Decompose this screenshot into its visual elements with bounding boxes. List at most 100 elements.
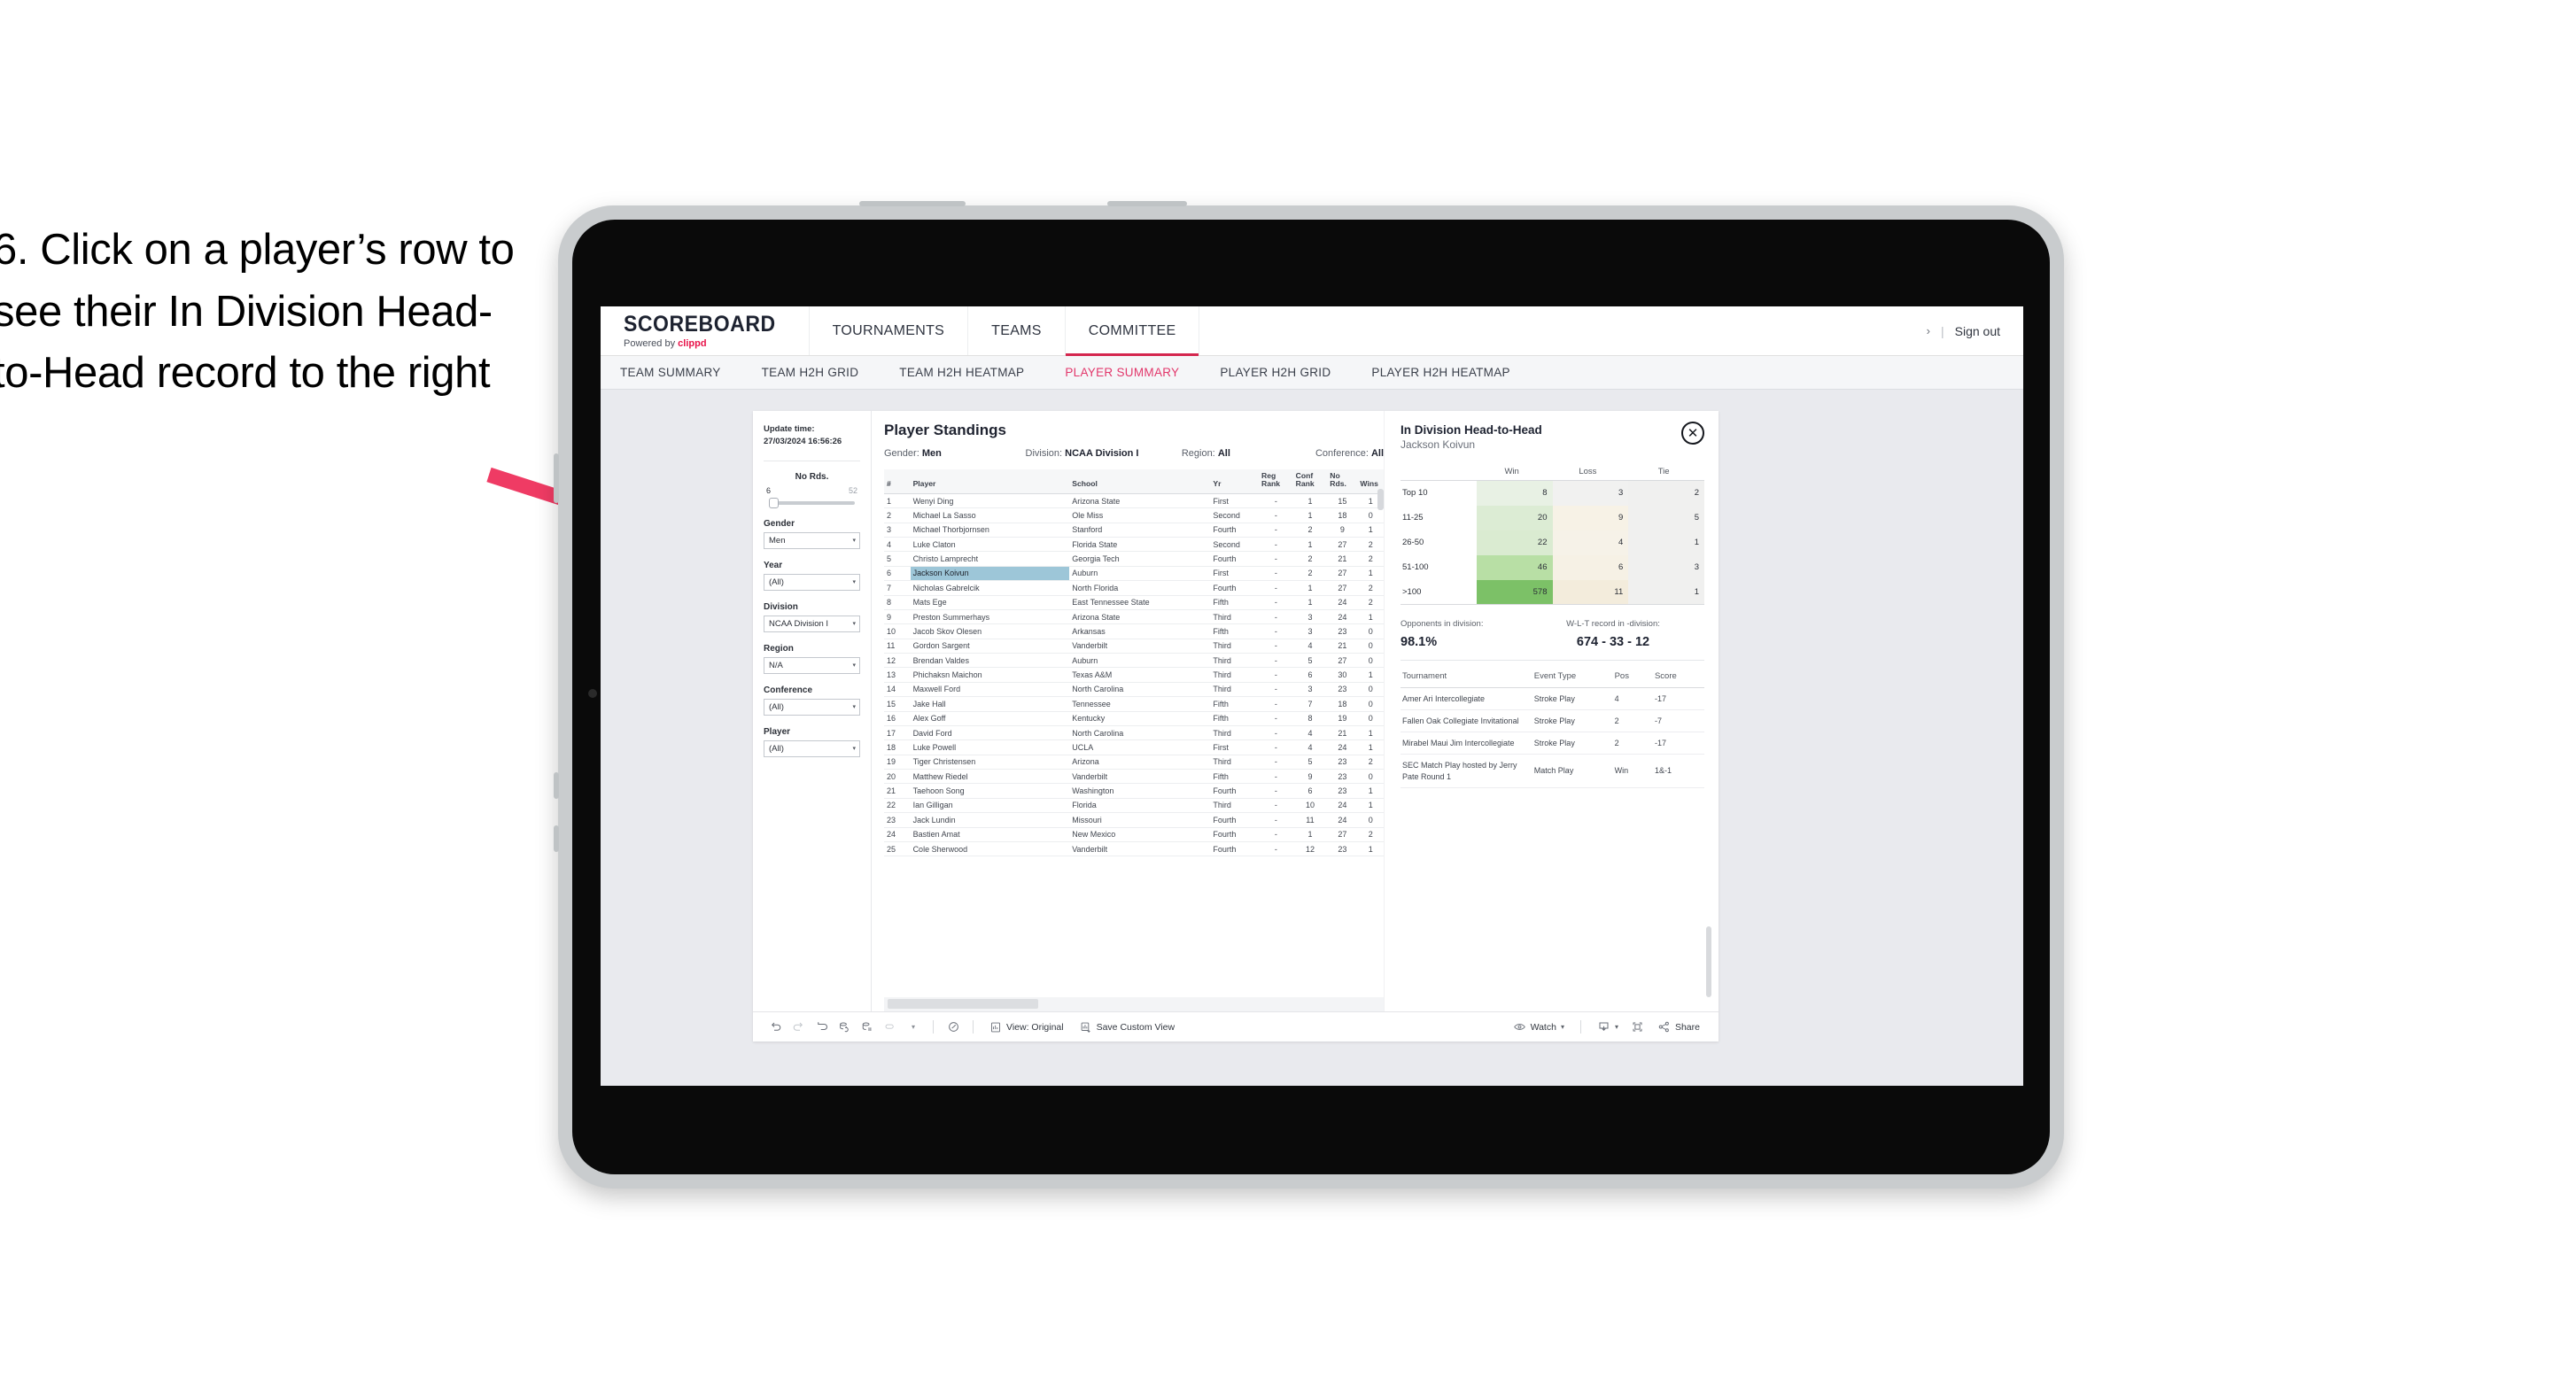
share-button[interactable]: Share xyxy=(1649,1020,1708,1034)
tab-team-summary[interactable]: TEAM SUMMARY xyxy=(620,366,742,379)
cell-event-type: Match Play xyxy=(1532,754,1613,788)
filter-conference-select[interactable]: (All) ▾ xyxy=(764,698,860,716)
player-standings-panel: Player Standings Gender: Men Division: N… xyxy=(872,411,1384,1011)
table-vertical-scrollbar[interactable] xyxy=(1377,489,1384,510)
table-row[interactable]: 4 Luke Claton Florida State Second -1 27 2 xyxy=(884,537,1384,553)
save-custom-view-button[interactable]: Save Custom View xyxy=(1072,1021,1183,1034)
filter-division-select[interactable]: NCAA Division I ▾ xyxy=(764,615,860,632)
close-icon[interactable]: ✕ xyxy=(1681,422,1704,445)
nav-tournaments[interactable]: TOURNAMENTS xyxy=(810,306,969,355)
view-original-button[interactable]: View: Original xyxy=(982,1021,1072,1034)
table-row[interactable]: 17 David Ford North Carolina Third -4 21 1 xyxy=(884,725,1384,741)
table-row[interactable]: 9 Preston Summerhays Arizona State Third -3 2… xyxy=(884,609,1384,625)
tab-player-h2h-grid[interactable]: PLAYER H2H GRID xyxy=(1220,366,1352,379)
table-row[interactable]: 20 Matthew Riedel Vanderbilt Fifth -9 23 0 xyxy=(884,769,1384,785)
filter-gender-select[interactable]: Men ▾ xyxy=(764,531,860,549)
tab-player-summary[interactable]: PLAYER SUMMARY xyxy=(1065,366,1200,379)
table-row[interactable]: 18 Luke Powell UCLA First -4 24 1 xyxy=(884,739,1384,755)
pause-icon[interactable] xyxy=(879,1017,902,1038)
filter-player-select[interactable]: (All) ▾ xyxy=(764,739,860,757)
brand-logo[interactable]: SCOREBOARD Powered by clippd xyxy=(601,306,810,355)
filter-year-value: (All) xyxy=(769,577,784,587)
cell-wins: 2 xyxy=(1357,755,1384,770)
slider-handle[interactable] xyxy=(769,497,779,508)
tab-team-h2h-grid[interactable]: TEAM H2H GRID xyxy=(762,366,881,379)
col-school[interactable]: School xyxy=(1069,469,1211,494)
table-row[interactable]: 8 Mats Ege East Tennessee State Fifth -1 24 2 xyxy=(884,595,1384,610)
cell-player: Christo Lamprecht xyxy=(910,551,1070,567)
download-button[interactable]: ▾ xyxy=(1589,1020,1626,1034)
tournament-scrollbar[interactable] xyxy=(1706,926,1711,997)
cell-yr: Fourth xyxy=(1210,783,1259,799)
nav-teams[interactable]: TEAMS xyxy=(968,306,1066,355)
col-conf-rank[interactable]: Conf Rank xyxy=(1292,469,1328,494)
heatmap-body: Top 10 8 3 2 11-25 20 9 5 26-50 22 4 1 51-100 46 6 3 >10… xyxy=(1401,480,1704,605)
tournament-results-table: Tournament Event Type Pos Score Amer Ari… xyxy=(1401,668,1704,788)
sign-out-link[interactable]: Sign out xyxy=(1955,324,2000,338)
undo-icon[interactable] xyxy=(764,1017,787,1038)
filter-region-select[interactable]: N/A ▾ xyxy=(764,656,860,674)
cell-reg-rank: - xyxy=(1258,667,1293,683)
refresh-data-icon[interactable] xyxy=(833,1017,856,1038)
table-row[interactable]: 12 Brendan Valdes Auburn Third -5 27 0 xyxy=(884,653,1384,669)
table-row[interactable]: 11 Gordon Sargent Vanderbilt Third -4 21 0 xyxy=(884,639,1384,654)
table-row[interactable]: 2 Michael La Sasso Ole Miss Second -1 18 0 xyxy=(884,507,1384,523)
cell-player: Luke Powell xyxy=(910,739,1070,755)
table-row[interactable]: 21 Taehoon Song Washington Fourth -6 23 1 xyxy=(884,783,1384,799)
meta-gender: Gender: Men xyxy=(884,448,1026,459)
heatmap-header-row: Win Loss Tie xyxy=(1401,467,1704,481)
fullscreen-icon[interactable] xyxy=(1626,1017,1649,1038)
cell-rank: 24 xyxy=(884,827,911,842)
heatmap-cell-tie: 1 xyxy=(1628,579,1704,605)
chevron-down-icon: ▾ xyxy=(852,621,856,628)
tab-team-h2h-heatmap[interactable]: TEAM H2H HEATMAP xyxy=(899,366,1045,379)
table-row[interactable]: 13 Phichaksn Maichon Texas A&M Third -6 30 1 xyxy=(884,667,1384,683)
col-reg-rank[interactable]: Reg Rank xyxy=(1258,469,1293,494)
cell-no-rds: 18 xyxy=(1327,696,1358,712)
cell-rank: 2 xyxy=(884,507,911,523)
highlight-icon[interactable] xyxy=(942,1017,965,1038)
cell-conf-rank: 8 xyxy=(1292,711,1328,726)
cell-player: Preston Summerhays xyxy=(910,609,1070,625)
table-row[interactable]: 15 Jake Hall Tennessee Fifth -7 18 0 xyxy=(884,696,1384,712)
cell-player: Ian Gilligan xyxy=(910,798,1070,814)
redo-icon[interactable] xyxy=(787,1017,810,1038)
meta-division: Division: NCAA Division I xyxy=(1026,448,1182,459)
table-row[interactable]: 25 Cole Sherwood Vanderbilt Fourth -12 23 1 xyxy=(884,841,1384,857)
tab-player-h2h-heatmap[interactable]: PLAYER H2H HEATMAP xyxy=(1371,366,1531,379)
slider-track[interactable] xyxy=(769,497,855,508)
table-row[interactable]: 1 Wenyi Ding Arizona State First -1 15 1 xyxy=(884,493,1384,509)
table-row[interactable]: 3 Michael Thorbjornsen Stanford Fourth -2 9 1 xyxy=(884,523,1384,538)
no-rounds-slider[interactable]: No Rds. 6 52 xyxy=(764,472,860,508)
watch-button[interactable]: Watch ▾ xyxy=(1505,1020,1572,1034)
revert-icon[interactable] xyxy=(810,1017,833,1038)
table-row[interactable]: 7 Nicholas Gabrelcik North Florida Fourth -1… xyxy=(884,580,1384,596)
cell-rank: 22 xyxy=(884,798,911,814)
table-row[interactable]: 14 Maxwell Ford North Carolina Third -3 23 0 xyxy=(884,682,1384,698)
pause-autoupdate-icon[interactable] xyxy=(856,1017,879,1038)
table-row[interactable]: 5 Christo Lamprecht Georgia Tech Fourth -2 21… xyxy=(884,551,1384,567)
table-horizontal-scrollbar[interactable] xyxy=(884,997,1384,1011)
table-row[interactable]: 23 Jack Lundin Missouri Fourth -11 24 0 xyxy=(884,812,1384,828)
table-row[interactable]: 19 Tiger Christensen Arizona Third -5 23 2 xyxy=(884,755,1384,770)
hscroll-thumb[interactable] xyxy=(888,999,1038,1009)
table-row[interactable]: 24 Bastien Amat New Mexico Fourth -1 27 2 xyxy=(884,827,1384,842)
col-yr[interactable]: Yr xyxy=(1210,469,1259,494)
col-player[interactable]: Player xyxy=(910,469,1070,494)
cell-yr: Third xyxy=(1210,667,1259,683)
filter-year-select[interactable]: (All) ▾ xyxy=(764,573,860,591)
col-event-type: Event Type xyxy=(1532,668,1613,688)
table-row[interactable]: 6 Jackson Koivun Auburn First -2 27 1 xyxy=(884,566,1384,582)
table-row[interactable]: 22 Ian Gilligan Florida Third -10 24 1 xyxy=(884,798,1384,814)
toolbar-dropdown-caret[interactable]: ▾ xyxy=(902,1017,925,1038)
cell-event-type: Stroke Play xyxy=(1532,732,1613,755)
cell-no-rds: 24 xyxy=(1327,739,1358,755)
table-row[interactable]: 10 Jacob Skov Olesen Arkansas Fifth -3 23 0 xyxy=(884,623,1384,639)
cell-school: Vanderbilt xyxy=(1069,841,1211,857)
table-row[interactable]: 16 Alex Goff Kentucky Fifth -8 19 0 xyxy=(884,711,1384,726)
cell-event-type: Stroke Play xyxy=(1532,687,1613,711)
col-no-rds[interactable]: No Rds. xyxy=(1327,469,1358,494)
heatmap-cell-tie: 1 xyxy=(1628,530,1704,555)
nav-committee[interactable]: COMMITTEE xyxy=(1065,306,1200,356)
col-rank[interactable]: # xyxy=(884,469,911,494)
